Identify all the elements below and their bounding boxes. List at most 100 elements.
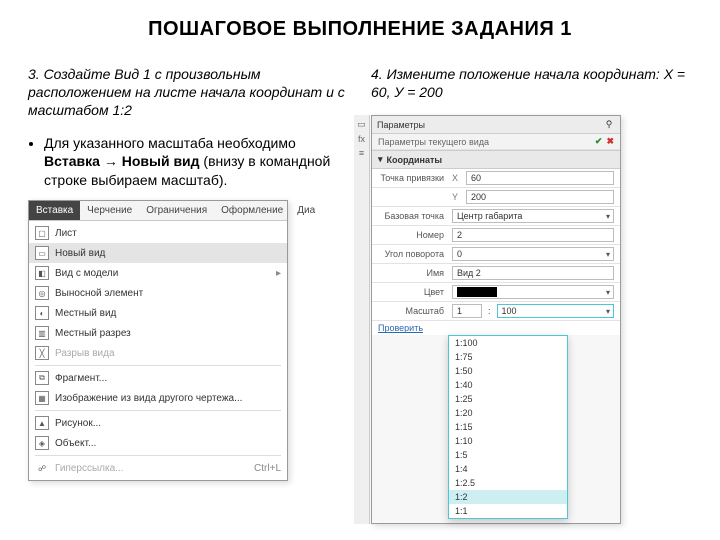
y-label: Y	[452, 192, 462, 202]
mi-local-cut[interactable]: ▥Местный разрез	[29, 323, 287, 343]
number-label: Номер	[378, 230, 448, 240]
panel-subtitle: Параметры текущего вида	[378, 137, 591, 147]
tool-icon[interactable]: ≡	[359, 148, 364, 158]
submenu-arrow-icon: ▸	[276, 268, 281, 279]
mi-local-cut-label: Местный разрез	[55, 328, 131, 339]
parameters-panel: Параметры ⚲ Параметры текущего вида ✔ ✖ …	[371, 115, 621, 524]
scale-opt[interactable]: 1:40	[449, 378, 567, 392]
scale-opt[interactable]: 1:10	[449, 434, 567, 448]
mi-picture[interactable]: ▲Рисунок...	[29, 413, 287, 433]
tab-constraints[interactable]: Ограничения	[139, 201, 214, 220]
bullet-bold: Вставка → Новый вид	[44, 153, 200, 169]
tab-drawing[interactable]: Черчение	[80, 201, 139, 220]
mi-local-view-label: Местный вид	[55, 308, 116, 319]
mi-model-view[interactable]: ◧Вид с модели▸	[29, 263, 287, 283]
color-row: Цвет	[372, 283, 620, 302]
panel-header: Параметры ⚲	[372, 116, 620, 134]
tool-icon[interactable]: ▭	[357, 119, 366, 130]
menu-separator	[35, 410, 281, 411]
mi-fragment[interactable]: ⧉Фрагмент...	[29, 368, 287, 388]
mi-object-label: Объект...	[55, 438, 96, 449]
mi-break-view-label: Разрыв вида	[55, 348, 115, 359]
mi-new-view[interactable]: ▭Новый вид	[29, 243, 287, 263]
coords-section-label: Координаты	[387, 155, 443, 165]
mi-other-drawing-label: Изображение из вида другого чертежа...	[55, 393, 242, 404]
mi-detail[interactable]: ◎Выносной элемент	[29, 283, 287, 303]
mi-picture-label: Рисунок...	[55, 418, 101, 429]
step3-bullet: Для указанного масштаба необходимо Встав…	[44, 134, 349, 191]
mi-hyperlink: ☍Гиперссылка...Ctrl+L	[29, 458, 287, 478]
mi-detail-label: Выносной элемент	[55, 288, 143, 299]
basepoint-label: Базовая точка	[378, 211, 448, 221]
mi-object[interactable]: ◈Объект...	[29, 433, 287, 453]
tab-insert[interactable]: Вставка	[29, 201, 80, 220]
bullet-pre: Для указанного масштаба необходимо	[44, 135, 296, 151]
panel-subtitle-row: Параметры текущего вида ✔ ✖	[372, 134, 620, 150]
scale-opt[interactable]: 1:15	[449, 420, 567, 434]
scale-opt[interactable]: 1:100	[449, 336, 567, 350]
scale-opt[interactable]: 1:1	[449, 504, 567, 518]
number-input[interactable]: 2	[452, 228, 614, 242]
color-label: Цвет	[378, 287, 448, 297]
insert-menu-screenshot: Вставка Черчение Ограничения Оформление …	[28, 200, 288, 481]
name-label: Имя	[378, 268, 448, 278]
check-link[interactable]: Проверить	[378, 323, 423, 333]
slide-title: ПОШАГОВОЕ ВЫПОЛНЕНИЕ ЗАДАНИЯ 1	[28, 18, 692, 41]
insert-dropdown: ▢Лист ▭Новый вид ◧Вид с модели▸ ◎Выносно…	[29, 221, 287, 480]
angle-row: Угол поворота 0	[372, 245, 620, 264]
scale-opt[interactable]: 1:2.5	[449, 476, 567, 490]
mi-new-view-label: Новый вид	[55, 248, 105, 259]
scale-denom[interactable]: 100	[497, 304, 614, 318]
tab-dia[interactable]: Диа	[290, 201, 322, 220]
scale-opt[interactable]: 1:25	[449, 392, 567, 406]
mi-local-view[interactable]: ◐Местный вид	[29, 303, 287, 323]
scale-label: Масштаб	[378, 306, 448, 316]
step4-heading: 4. Измените положение начала координат: …	[371, 65, 692, 101]
scale-dropdown-list: 1:100 1:75 1:50 1:40 1:25 1:20 1:15 1:10…	[448, 335, 568, 519]
x-label: X	[452, 173, 462, 183]
mi-other-drawing[interactable]: ▦Изображение из вида другого чертежа...	[29, 388, 287, 408]
name-row: Имя Вид 2	[372, 264, 620, 283]
color-swatch	[457, 287, 497, 297]
param-sidebar: ▭ fx ≡	[354, 115, 370, 524]
name-input[interactable]: Вид 2	[452, 266, 614, 280]
menu-separator	[35, 455, 281, 456]
number-row: Номер 2	[372, 226, 620, 245]
scale-colon: :	[486, 306, 493, 316]
scale-opt[interactable]: 1:75	[449, 350, 567, 364]
chevron-down-icon: ▾	[378, 154, 383, 165]
mi-sheet-label: Лист	[55, 228, 77, 239]
y-input[interactable]: 200	[466, 190, 614, 204]
color-select[interactable]	[452, 285, 614, 299]
mi-model-view-label: Вид с модели	[55, 268, 118, 279]
mi-sheet[interactable]: ▢Лист	[29, 223, 287, 243]
angle-label: Угол поворота	[378, 249, 448, 259]
anchor-point-label: Точка привязки	[378, 173, 448, 183]
pin-icon[interactable]: ⚲	[603, 119, 615, 130]
tool-icon[interactable]: fx	[358, 134, 365, 144]
coords-section[interactable]: ▾ Координаты	[372, 150, 620, 169]
scale-num[interactable]: 1	[452, 304, 482, 318]
scale-opt[interactable]: 1:20	[449, 406, 567, 420]
menu-separator	[35, 365, 281, 366]
scale-opt[interactable]: 1:4	[449, 462, 567, 476]
x-input[interactable]: 60	[466, 171, 614, 185]
basepoint-row: Базовая точка Центр габарита	[372, 207, 620, 226]
cancel-icon[interactable]: ✖	[606, 136, 614, 147]
y-row: Y 200	[372, 188, 620, 207]
mi-hyperlink-shortcut: Ctrl+L	[254, 463, 281, 474]
menu-tabs: Вставка Черчение Ограничения Оформление …	[29, 201, 287, 221]
mi-fragment-label: Фрагмент...	[55, 373, 107, 384]
scale-row: Масштаб 1 : 100	[372, 302, 620, 321]
scale-opt[interactable]: 1:50	[449, 364, 567, 378]
tab-styling[interactable]: Оформление	[214, 201, 290, 220]
mi-hyperlink-label: Гиперссылка...	[55, 463, 124, 474]
step3-heading: 3. Создайте Вид 1 с произвольным располо…	[28, 65, 349, 120]
anchor-point-row: Точка привязки X 60	[372, 169, 620, 188]
mi-break-view: ╳Разрыв вида	[29, 343, 287, 363]
scale-opt[interactable]: 1:5	[449, 448, 567, 462]
angle-input[interactable]: 0	[452, 247, 614, 261]
scale-opt-selected[interactable]: 1:2	[449, 490, 567, 504]
apply-icon[interactable]: ✔	[595, 136, 603, 147]
basepoint-select[interactable]: Центр габарита	[452, 209, 614, 223]
